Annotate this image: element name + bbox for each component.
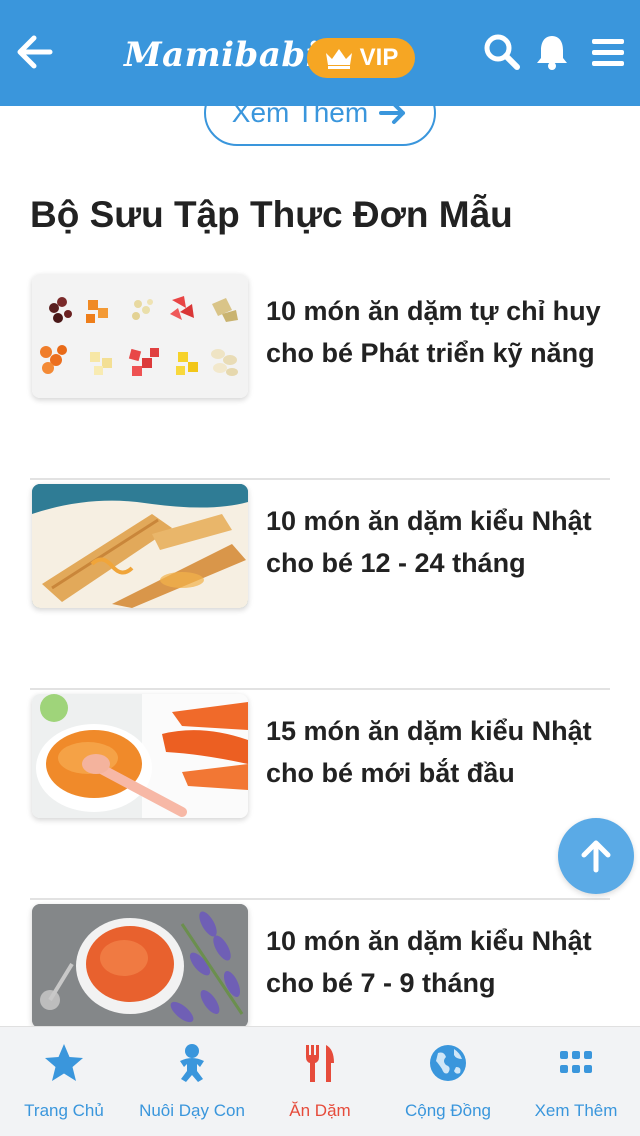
nav-label: Ăn Dặm [289, 1101, 351, 1120]
brand-logo[interactable]: Mamibabi [124, 30, 319, 80]
nav-label: Nuôi Dạy Con [139, 1101, 245, 1120]
globe-icon [430, 1045, 466, 1081]
nav-label: Trang Chủ [24, 1101, 104, 1120]
section-title: Bộ Sưu Tập Thực Đơn Mẫu [30, 194, 513, 235]
vip-badge[interactable]: VIP [307, 38, 415, 78]
menu-collection-item[interactable]: 10 món ăn dặm kiểu Nhật cho bé 12 - 24 t… [30, 480, 610, 690]
bell-icon [537, 36, 567, 70]
star-icon [45, 1044, 83, 1081]
carrot-puree-image [32, 694, 248, 818]
app-header: Mamibabi VIP [0, 0, 640, 106]
item-title[interactable]: 10 món ăn dặm kiểu Nhật cho bé 12 - 24 t… [266, 500, 612, 584]
arrow-left-icon [17, 35, 53, 69]
crown-icon [325, 49, 352, 69]
grid-icon [560, 1051, 592, 1073]
nav-label: Xem Thêm [534, 1101, 618, 1120]
baby-icon [180, 1044, 204, 1082]
menu-button[interactable] [588, 32, 628, 72]
nav-item-parenting[interactable]: Nuôi Dạy Con [128, 1027, 256, 1136]
thumbnail-image[interactable] [32, 274, 248, 398]
search-icon [484, 34, 520, 70]
fork-knife-icon [306, 1045, 334, 1082]
thumbnail-image[interactable] [32, 694, 248, 818]
back-button[interactable] [14, 32, 54, 72]
item-title[interactable]: 10 món ăn dặm tự chỉ huy cho bé Phát tri… [266, 290, 612, 374]
notifications-button[interactable] [532, 32, 572, 72]
menu-collection-item[interactable]: 15 món ăn dặm kiểu Nhật cho bé mới bắt đ… [30, 690, 610, 900]
crepe-rolls-image [32, 484, 248, 608]
thumbnail-image[interactable] [32, 904, 248, 1028]
thumbnail-image[interactable] [32, 484, 248, 608]
menu-collection-item[interactable]: 10 món ăn dặm tự chỉ huy cho bé Phát tri… [30, 270, 610, 480]
search-button[interactable] [482, 32, 522, 72]
hamburger-menu-icon [592, 39, 624, 66]
arrow-up-icon [581, 840, 611, 873]
nav-item-home[interactable]: Trang Chủ [0, 1027, 128, 1136]
nav-item-community[interactable]: Cộng Đồng [384, 1027, 512, 1136]
item-title[interactable]: 15 món ăn dặm kiểu Nhật cho bé mới bắt đ… [266, 710, 612, 794]
nav-item-weaning[interactable]: Ăn Dặm [256, 1027, 384, 1136]
finger-food-image [32, 274, 248, 398]
nav-item-more[interactable]: Xem Thêm [512, 1027, 640, 1136]
nav-label: Cộng Đồng [404, 1101, 491, 1120]
scroll-to-top-button[interactable] [558, 818, 634, 894]
item-title[interactable]: 10 món ăn dặm kiểu Nhật cho bé 7 - 9 thá… [266, 920, 612, 1004]
bottom-navigation: Trang Chủ Nuôi Dạy Con Ăn Dặm Cộng Đồng … [0, 1026, 640, 1136]
vip-label: VIP [359, 44, 399, 71]
porridge-bowl-image [32, 904, 248, 1028]
